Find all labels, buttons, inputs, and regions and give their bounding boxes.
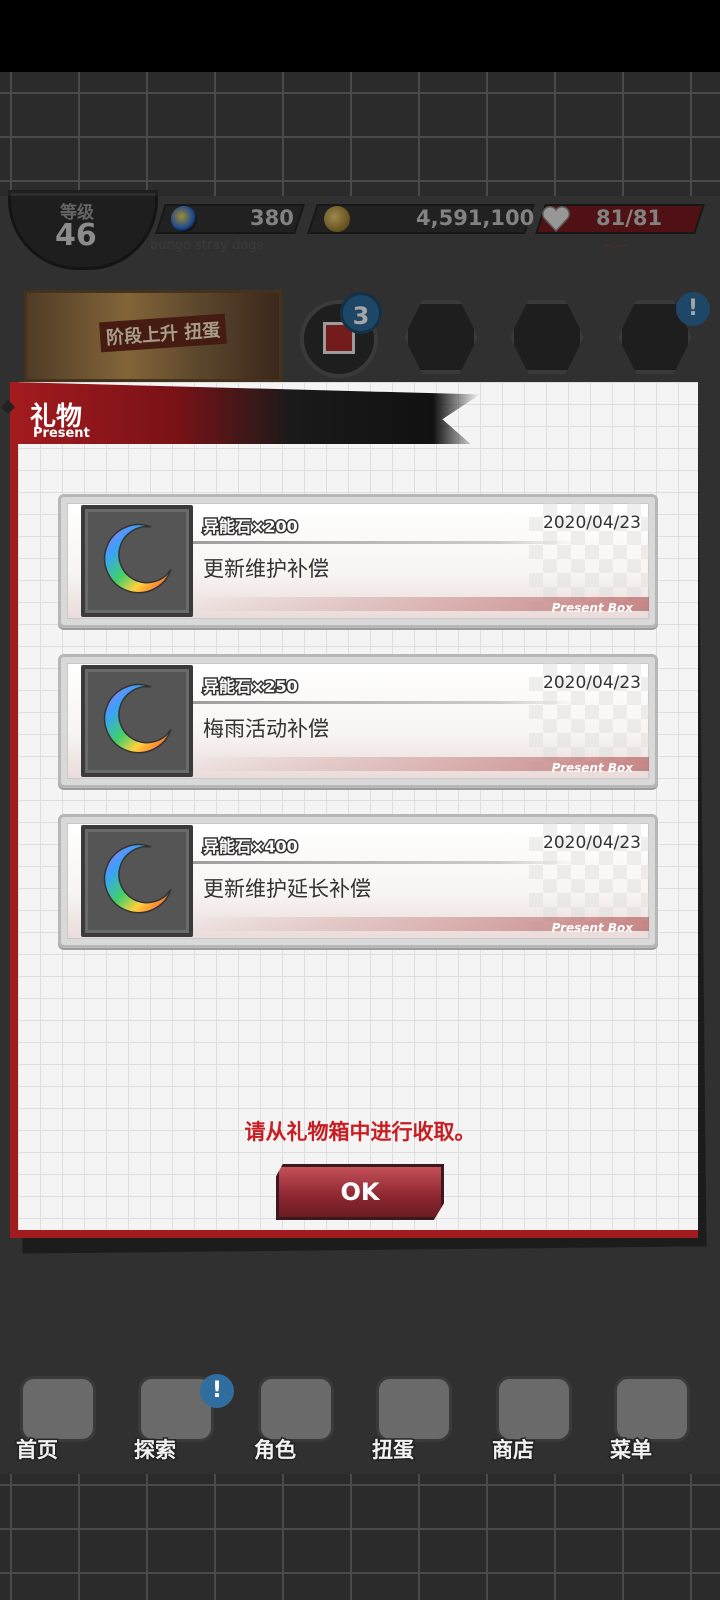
nav-label: 角色: [253, 1437, 298, 1464]
nav-label: 菜单: [609, 1437, 654, 1464]
item-thumbnail: [81, 825, 193, 937]
nav-label: 扭蛋: [371, 1437, 416, 1464]
item-name: 梅雨活动补偿: [203, 717, 329, 741]
item-divider: [193, 861, 575, 864]
nav-home[interactable]: 首页: [6, 1376, 110, 1470]
nav-label: 商店: [491, 1437, 536, 1464]
present-item[interactable]: 异能石×400 2020/04/23 更新维护延长补偿 Present Box: [58, 814, 658, 948]
item-date: 2020/04/23: [543, 673, 641, 693]
item-source-tag: Present Box: [551, 921, 633, 935]
present-item[interactable]: 异能石×250 2020/04/23 梅雨活动补偿 Present Box: [58, 654, 658, 788]
dialog-subtitle: Present: [33, 426, 90, 441]
item-thumbnail: [81, 665, 193, 777]
item-name: 更新维护延长补偿: [203, 877, 371, 901]
bottom-grid-band: [0, 1474, 720, 1600]
item-quantity: 异能石×250: [202, 676, 300, 698]
item-thumbnail: [81, 505, 193, 617]
nav-gacha[interactable]: 扭蛋: [362, 1376, 466, 1470]
nav-menu[interactable]: 菜单: [600, 1376, 704, 1470]
item-source-tag: Present Box: [551, 601, 633, 615]
item-quantity: 异能石×200: [202, 516, 300, 538]
item-quantity: 异能石×400: [202, 836, 300, 858]
ability-stone-moon-icon: [103, 523, 172, 594]
explore-alert-badge: !: [200, 1374, 234, 1408]
ability-stone-moon-icon: [103, 843, 172, 914]
item-date: 2020/04/23: [543, 833, 641, 853]
item-date: 2020/04/23: [543, 513, 641, 533]
shop-moon-icon: [496, 1376, 572, 1442]
item-source-tag: Present Box: [551, 761, 633, 775]
gear-menu-icon: [614, 1376, 690, 1442]
ability-stone-moon-icon: [103, 683, 172, 754]
nav-label: 探索: [133, 1437, 178, 1464]
status-bar: [0, 0, 720, 72]
gacha-book-icon: [376, 1376, 452, 1442]
characters-icon: [258, 1376, 334, 1442]
nav-label: 首页: [15, 1437, 60, 1464]
item-divider: [193, 541, 575, 544]
bungou-home-icon: [20, 1376, 96, 1442]
top-grid-band: [0, 72, 720, 196]
ok-button[interactable]: OK: [276, 1164, 444, 1220]
item-name: 更新维护补偿: [203, 557, 329, 581]
item-divider: [193, 701, 575, 704]
nav-characters[interactable]: 角色: [244, 1376, 348, 1470]
collect-notice: 请从礼物箱中进行收取。: [244, 1120, 476, 1144]
nav-shop[interactable]: 商店: [482, 1376, 586, 1470]
present-item[interactable]: 异能石×200 2020/04/23 更新维护补偿 Present Box: [58, 494, 658, 628]
